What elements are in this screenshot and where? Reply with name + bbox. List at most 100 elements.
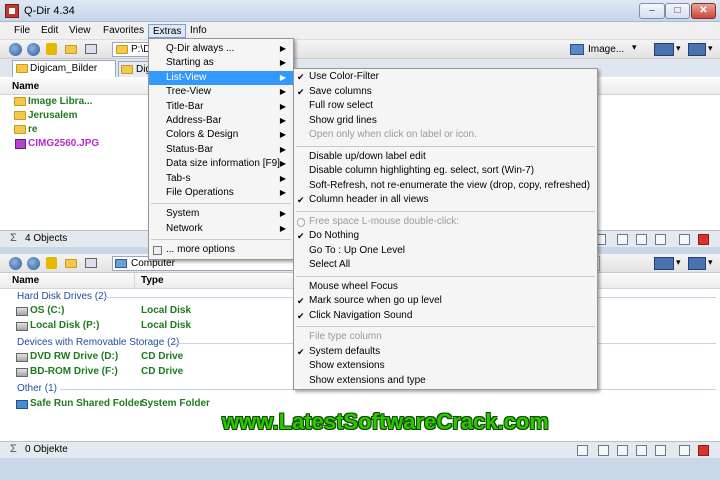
image-button[interactable]: Image...: [588, 44, 624, 55]
menu-item-tree-view[interactable]: Tree-View ▶: [149, 85, 293, 99]
menu-item-more-options[interactable]: ... more options: [149, 243, 293, 257]
menu-extras[interactable]: Extras: [148, 24, 187, 38]
columns-dropdown-icon[interactable]: ▾: [708, 43, 713, 54]
paste-icon[interactable]: [655, 445, 666, 456]
maximize-button[interactable]: □: [665, 3, 690, 19]
drive-type: Local Disk: [141, 305, 192, 316]
sum-icon: Σ: [10, 232, 17, 244]
table-row[interactable]: OS (C:) Local Disk: [0, 304, 300, 318]
opt-do-nothing[interactable]: ✔ Do Nothing: [294, 229, 597, 244]
menu-item-qdir-always[interactable]: Q-Dir always ... ▶: [149, 42, 293, 56]
opt-show-grid-lines[interactable]: Show grid lines: [294, 114, 597, 129]
opt-column-header-all-views[interactable]: ✔ Column header in all views: [294, 193, 597, 208]
layout-dropdown-icon[interactable]: ▾: [676, 257, 681, 268]
back-icon[interactable]: [9, 43, 22, 56]
opt-open-only-click: Open only when click on label or icon.: [294, 128, 597, 143]
group-removable[interactable]: Devices with Removable Storage (2): [17, 336, 179, 350]
menu-item-list-view[interactable]: List-View ▶: [149, 70, 293, 86]
opt-select-all[interactable]: Select All: [294, 258, 597, 273]
menu-item-label: Address-Bar: [166, 114, 222, 126]
columns-icon[interactable]: [688, 43, 706, 56]
opt-mark-source[interactable]: ✔ Mark source when go up level: [294, 294, 597, 309]
menu-item-system[interactable]: System ▶: [149, 207, 293, 221]
option-label: Do Nothing: [309, 230, 360, 241]
layout-icon[interactable]: [654, 43, 674, 56]
menu-item-tabs[interactable]: Tab-s ▶: [149, 172, 293, 186]
back-icon[interactable]: [9, 257, 22, 270]
paste-icon[interactable]: [655, 234, 666, 245]
opt-disable-label-edit[interactable]: Disable up/down label edit: [294, 150, 597, 165]
opt-system-defaults[interactable]: ✔ System defaults: [294, 345, 597, 360]
edit-icon[interactable]: [679, 445, 690, 456]
up-folder-icon[interactable]: [46, 43, 57, 55]
bd-drive-icon: [16, 368, 28, 377]
folder-icon: [14, 111, 26, 120]
opt-full-row-select[interactable]: Full row select: [294, 99, 597, 114]
delete-icon[interactable]: [698, 234, 709, 245]
view-mode-icon[interactable]: [85, 44, 97, 54]
menu-view[interactable]: View: [65, 24, 95, 38]
opt-go-up-one-level[interactable]: Go To : Up One Level: [294, 244, 597, 259]
status-tool-icon[interactable]: [577, 445, 588, 456]
columns-dropdown-icon[interactable]: ▾: [708, 257, 713, 268]
opt-mouse-wheel-focus[interactable]: Mouse wheel Focus: [294, 280, 597, 295]
option-label: Disable column highlighting eg. select, …: [309, 165, 535, 176]
view-mode-icon[interactable]: [85, 258, 97, 268]
opt-use-color-filter[interactable]: ✔ Use Color-Filter: [294, 70, 597, 85]
image-dropdown-icon[interactable]: ▾: [632, 42, 646, 56]
opt-soft-refresh[interactable]: Soft-Refresh, not re-enumerate the view …: [294, 179, 597, 194]
opt-show-extensions[interactable]: Show extensions: [294, 359, 597, 374]
menu-item-status-bar[interactable]: Status-Bar ▶: [149, 143, 293, 157]
up-folder-icon[interactable]: [46, 257, 57, 269]
menu-item-data-size[interactable]: Data size information [F9] ▶: [149, 157, 293, 171]
list-item[interactable]: re: [14, 123, 37, 137]
menu-item-network[interactable]: Network ▶: [149, 222, 293, 236]
opt-save-columns[interactable]: ✔ Save columns: [294, 85, 597, 100]
menu-item-title-bar[interactable]: Title-Bar ▶: [149, 100, 293, 114]
table-row[interactable]: DVD RW Drive (D:) CD Drive: [0, 350, 300, 364]
app-icon[interactable]: [5, 4, 19, 18]
list-item[interactable]: CIMG2560.JPG: [14, 137, 99, 151]
new-folder-icon[interactable]: [65, 45, 77, 54]
edit-icon[interactable]: [679, 234, 690, 245]
layout-dropdown-icon[interactable]: ▾: [676, 43, 681, 54]
copy-icon[interactable]: [636, 234, 647, 245]
delete-icon[interactable]: [698, 445, 709, 456]
option-label: File type column: [309, 331, 382, 342]
menu-favorites[interactable]: Favorites: [99, 24, 148, 38]
copy-icon[interactable]: [636, 445, 647, 456]
forward-icon[interactable]: [27, 257, 40, 270]
submenu-arrow-icon: ▶: [279, 209, 286, 219]
check-icon: ✔: [297, 231, 305, 241]
layout-icon[interactable]: [654, 257, 674, 270]
menu-file[interactable]: File: [10, 24, 34, 38]
minimize-button[interactable]: –: [639, 3, 665, 19]
status-tool-icon[interactable]: [598, 445, 609, 456]
new-folder-icon[interactable]: [65, 259, 77, 268]
menu-item-label: Title-Bar: [166, 100, 204, 112]
group-hard-disk[interactable]: Hard Disk Drives (2): [17, 290, 107, 304]
group-other[interactable]: Other (1): [17, 382, 57, 396]
table-row[interactable]: BD-ROM Drive (F:) CD Drive: [0, 365, 300, 379]
columns-icon[interactable]: [688, 257, 706, 270]
cut-icon[interactable]: [617, 234, 628, 245]
menu-item-starting-as[interactable]: Starting as ▶: [149, 56, 293, 70]
list-item[interactable]: Image Libra...: [14, 95, 92, 109]
opt-show-extensions-and-type[interactable]: Show extensions and type: [294, 374, 597, 389]
menu-item-label: File Operations: [166, 186, 234, 198]
menu-info[interactable]: Info: [186, 24, 211, 38]
menu-item-file-operations[interactable]: File Operations ▶: [149, 186, 293, 200]
menu-item-colors-design[interactable]: Colors & Design ▶: [149, 128, 293, 142]
menu-edit[interactable]: Edit: [37, 24, 62, 38]
cut-icon[interactable]: [617, 445, 628, 456]
list-item[interactable]: Jerusalem: [14, 109, 77, 123]
opt-disable-column-highlight[interactable]: Disable column highlighting eg. select, …: [294, 164, 597, 179]
drive-name: OS (C:): [30, 305, 65, 316]
menu-separator: [296, 210, 595, 212]
opt-click-navigation-sound[interactable]: ✔ Click Navigation Sound: [294, 309, 597, 324]
bottom-column-name[interactable]: Name: [0, 273, 135, 289]
close-button[interactable]: ✕: [691, 3, 716, 19]
forward-icon[interactable]: [27, 43, 40, 56]
menu-item-address-bar[interactable]: Address-Bar ▶: [149, 114, 293, 128]
table-row[interactable]: Local Disk (P:) Local Disk: [0, 319, 300, 333]
